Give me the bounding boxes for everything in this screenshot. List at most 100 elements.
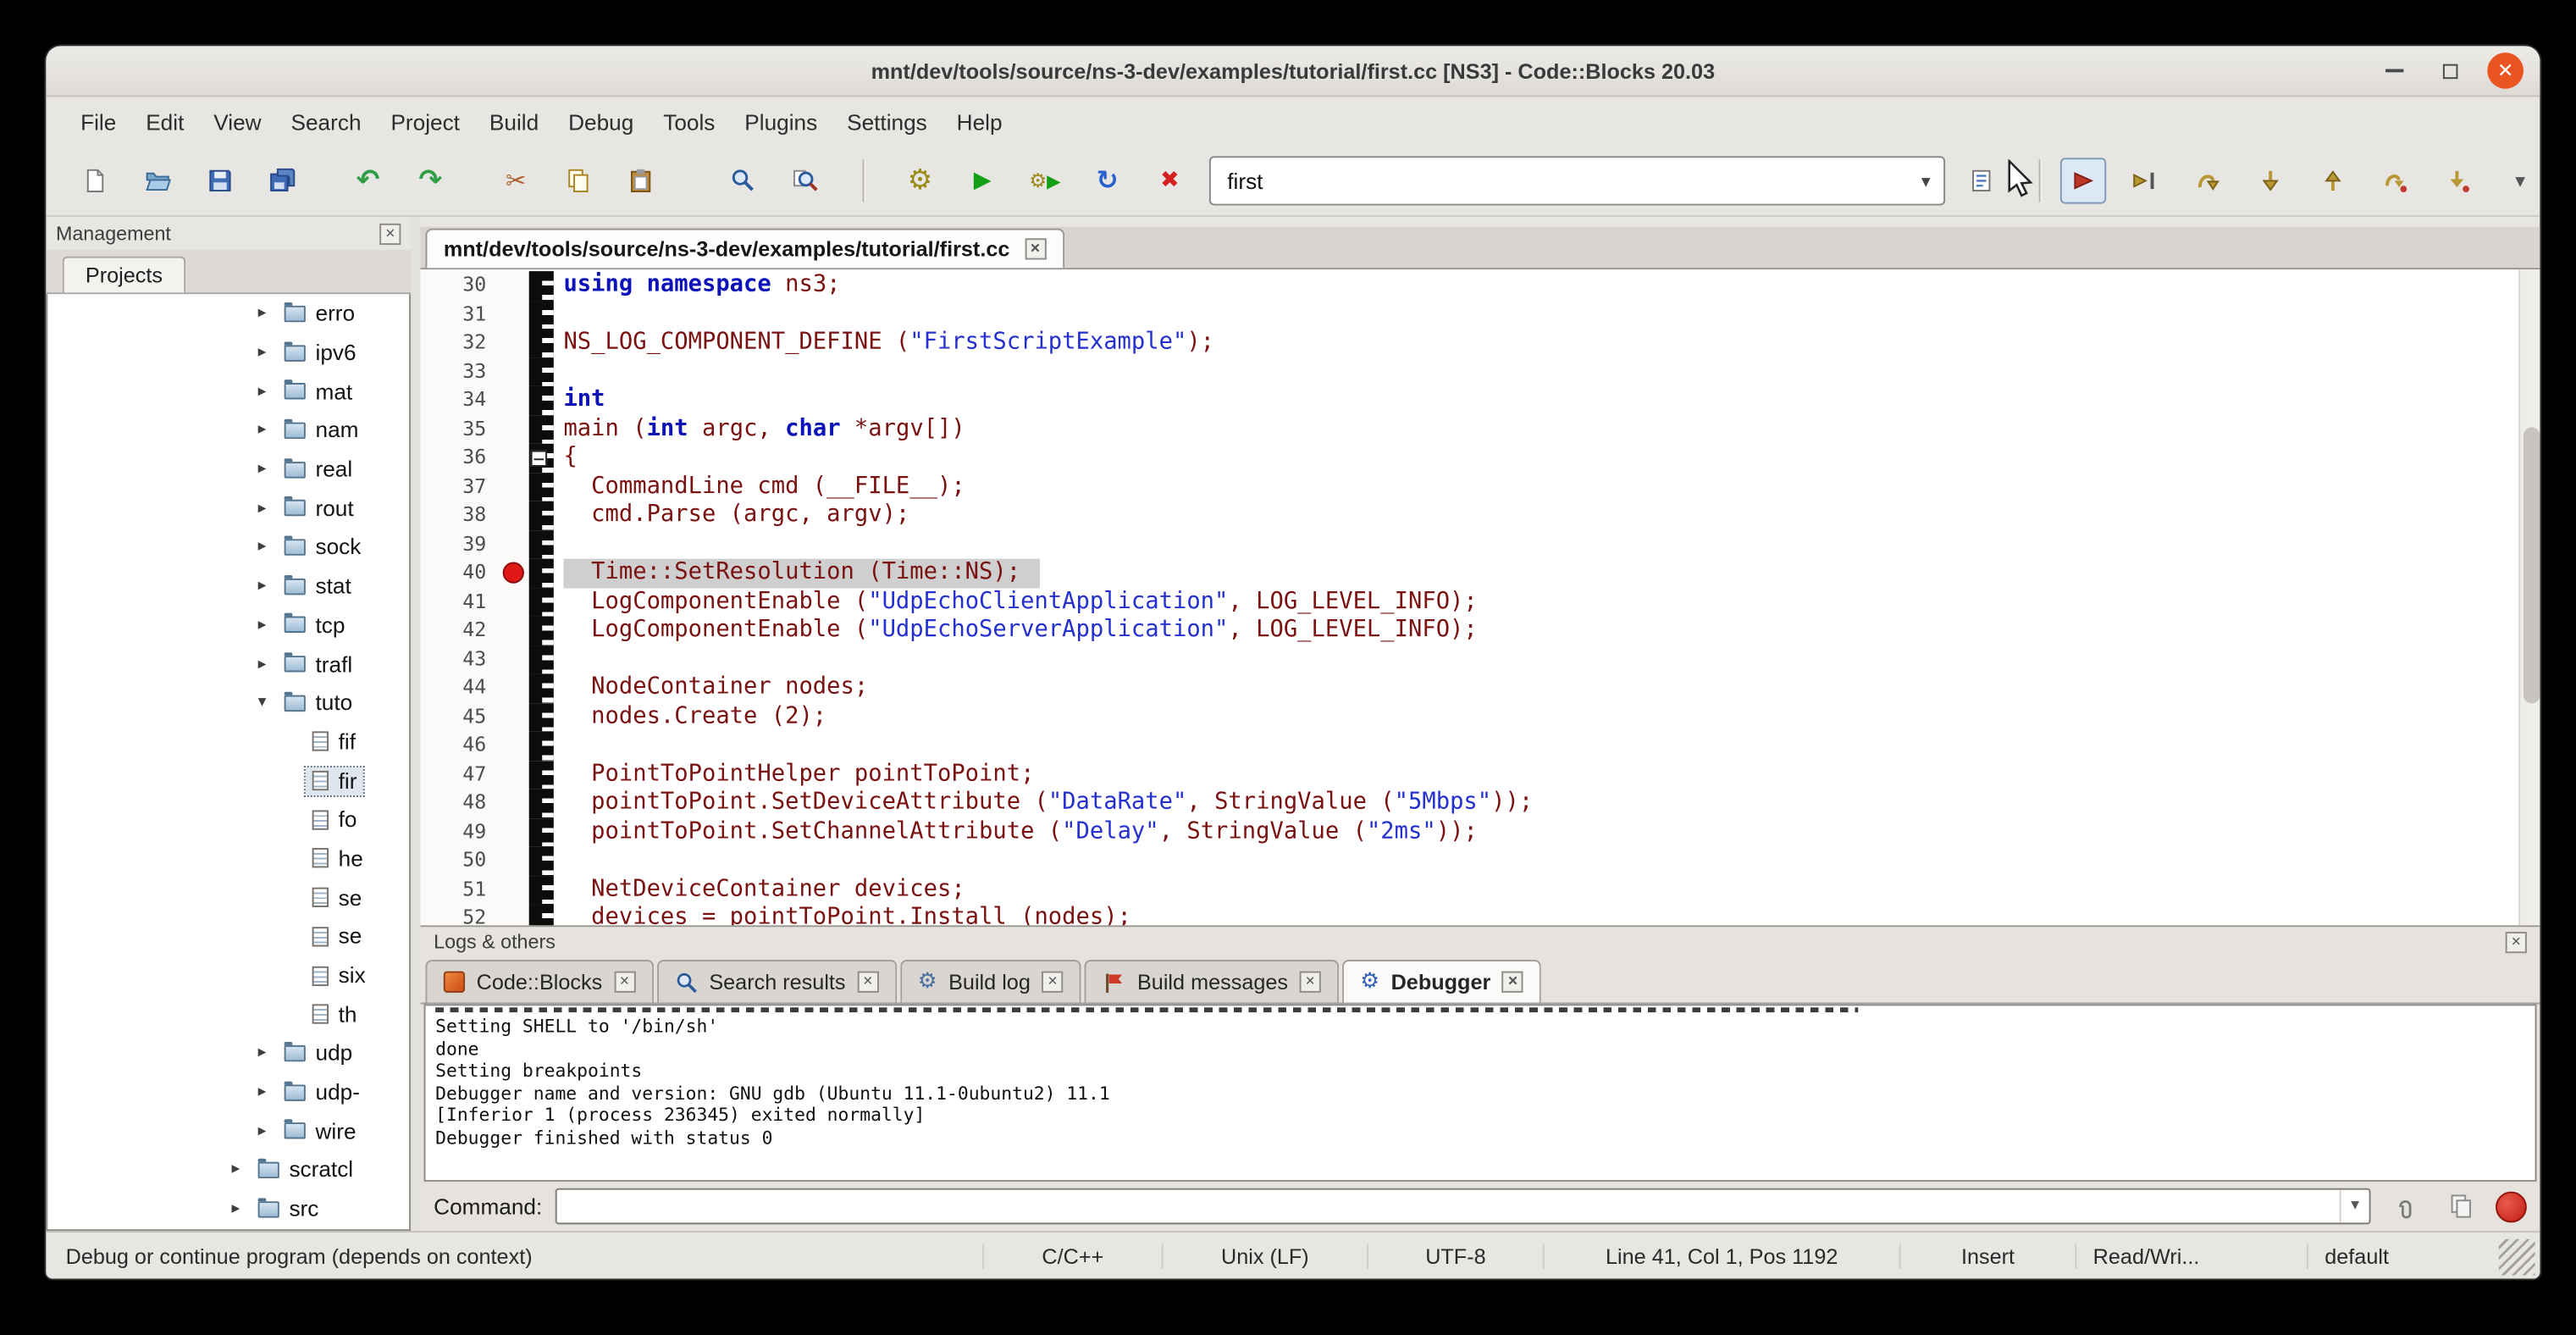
tree-item-se[interactable]: se (47, 878, 409, 917)
code-line-41[interactable]: 41 LogComponentEnable ("UdpEchoClientApp… (421, 588, 2540, 617)
chevron-right-icon[interactable]: ▸ (258, 1122, 279, 1140)
fold-margin[interactable] (529, 501, 554, 530)
close-management-icon[interactable] (379, 223, 401, 244)
code-editor[interactable]: 30using namespace ns3;3132NS_LOG_COMPONE… (421, 269, 2540, 925)
open-file-button[interactable] (135, 158, 180, 203)
tree-item-tcp[interactable]: ▸tcp (47, 606, 409, 645)
line-number[interactable]: 45 (421, 702, 500, 731)
breakpoint-margin[interactable] (500, 473, 529, 501)
panel-splitter[interactable] (411, 217, 421, 1231)
fold-margin[interactable] (529, 386, 554, 415)
breakpoint-margin[interactable] (500, 645, 529, 673)
code-line-50[interactable]: 50 (421, 846, 2540, 875)
command-input[interactable]: ▾ (556, 1188, 2371, 1225)
menu-file[interactable]: File (66, 102, 131, 141)
fold-margin[interactable] (529, 271, 554, 300)
build-and-run-button[interactable]: ⚙▶ (1022, 158, 1068, 203)
save-button[interactable] (197, 158, 243, 203)
fold-margin[interactable] (529, 702, 554, 731)
redo-button[interactable]: ↷ (407, 158, 453, 203)
line-number[interactable]: 30 (421, 271, 500, 300)
fold-margin[interactable] (529, 415, 554, 444)
code-line-42[interactable]: 42 LogComponentEnable ("UdpEchoServerApp… (421, 617, 2540, 645)
code-line-40[interactable]: 40 Time::SetResolution (Time::NS); (421, 559, 2540, 588)
undo-button[interactable]: ↶ (345, 158, 390, 203)
code-line-32[interactable]: 32NS_LOG_COMPONENT_DEFINE ("FirstScriptE… (421, 329, 2540, 357)
tree-item-real[interactable]: ▸real (47, 450, 409, 489)
tree-item-he[interactable]: he (47, 839, 409, 878)
fold-margin[interactable] (529, 875, 554, 904)
breakpoint-margin[interactable] (500, 300, 529, 329)
code-line-44[interactable]: 44 NodeContainer nodes; (421, 673, 2540, 702)
maximize-button[interactable] (2431, 53, 2468, 89)
code-line-43[interactable]: 43 (421, 645, 2540, 673)
copy-log-button[interactable] (2440, 1185, 2482, 1227)
menu-help[interactable]: Help (942, 102, 1017, 141)
logs-tab-search-results[interactable]: Search results (656, 960, 896, 1002)
fold-margin[interactable] (529, 673, 554, 702)
resize-grip-icon[interactable] (2499, 1239, 2535, 1276)
tree-item-fir[interactable]: fir (47, 762, 409, 800)
run-to-cursor-button[interactable] (2123, 158, 2169, 203)
code-line-30[interactable]: 30using namespace ns3; (421, 271, 2540, 300)
fold-margin[interactable] (529, 846, 554, 875)
line-number[interactable]: 34 (421, 386, 500, 415)
code-line-49[interactable]: 49 pointToPoint.SetChannelAttribute ("De… (421, 817, 2540, 846)
chevron-right-icon[interactable]: ▸ (258, 460, 279, 478)
breakpoint-margin[interactable] (500, 329, 529, 357)
tree-item-src[interactable]: ▸src (47, 1189, 409, 1228)
tree-item-sock[interactable]: ▸sock (47, 528, 409, 567)
line-number[interactable]: 41 (421, 588, 500, 617)
breakpoint-margin[interactable] (500, 673, 529, 702)
code-line-52[interactable]: 52 devices = pointToPoint.Install (nodes… (421, 904, 2540, 925)
chevron-right-icon[interactable]: ▸ (232, 1161, 253, 1179)
breakpoint-margin[interactable] (500, 588, 529, 617)
close-button[interactable]: ✕ (2487, 53, 2523, 89)
chevron-right-icon[interactable]: ▸ (258, 577, 279, 595)
tree-item-mat[interactable]: ▸mat (47, 372, 409, 411)
line-number[interactable]: 33 (421, 357, 500, 386)
close-icon[interactable] (1502, 972, 1523, 993)
chevron-right-icon[interactable]: ▸ (258, 616, 279, 634)
code-line-35[interactable]: 35main (int argc, char *argv[]) (421, 415, 2540, 444)
copy-button[interactable] (556, 158, 601, 203)
tree-item-udp[interactable]: ▸udp (47, 1033, 409, 1072)
stop-debugger-button[interactable] (2496, 1191, 2527, 1222)
breakpoint-margin[interactable] (500, 904, 529, 925)
fold-margin[interactable] (529, 329, 554, 357)
fold-margin[interactable] (529, 617, 554, 645)
debug-continue-button[interactable] (2060, 158, 2106, 203)
code-line-33[interactable]: 33 (421, 357, 2540, 386)
chevron-right-icon[interactable]: ▸ (232, 1200, 253, 1218)
line-number[interactable]: 35 (421, 415, 500, 444)
close-logs-icon[interactable] (2506, 931, 2527, 952)
tree-item-rout[interactable]: ▸rout (47, 489, 409, 528)
breakpoint-icon[interactable] (503, 562, 524, 584)
tree-item-erro[interactable]: ▸erro (47, 294, 409, 333)
editor-tab-first-cc[interactable]: mnt/dev/tools/source/ns-3-dev/examples/t… (425, 229, 1064, 269)
code-line-36[interactable]: 36{ (421, 444, 2540, 473)
cut-button[interactable]: ✂ (493, 158, 539, 203)
minimize-button[interactable] (2375, 53, 2412, 89)
fold-margin[interactable] (529, 357, 554, 386)
next-instruction-button[interactable] (2373, 158, 2418, 203)
line-number[interactable]: 37 (421, 473, 500, 501)
logs-tab-build-log[interactable]: ⚙Build log (900, 960, 1081, 1002)
breakpoint-margin[interactable] (500, 386, 529, 415)
breakpoint-margin[interactable] (500, 789, 529, 817)
line-number[interactable]: 31 (421, 300, 500, 329)
breakpoint-margin[interactable] (500, 530, 529, 559)
menu-view[interactable]: View (199, 102, 276, 141)
logs-tab-build-messages[interactable]: Build messages (1085, 960, 1339, 1002)
chevron-right-icon[interactable]: ▸ (258, 1044, 279, 1062)
chevron-right-icon[interactable]: ▸ (258, 655, 279, 673)
tab-projects[interactable]: Projects (63, 257, 185, 293)
fold-margin[interactable] (529, 817, 554, 846)
step-into-instruction-button[interactable] (2435, 158, 2480, 203)
close-icon[interactable] (857, 972, 878, 993)
tree-item-ipv6[interactable]: ▸ipv6 (47, 333, 409, 372)
line-number[interactable]: 50 (421, 846, 500, 875)
menu-search[interactable]: Search (276, 102, 376, 141)
line-number[interactable]: 44 (421, 673, 500, 702)
menu-edit[interactable]: Edit (131, 102, 199, 141)
